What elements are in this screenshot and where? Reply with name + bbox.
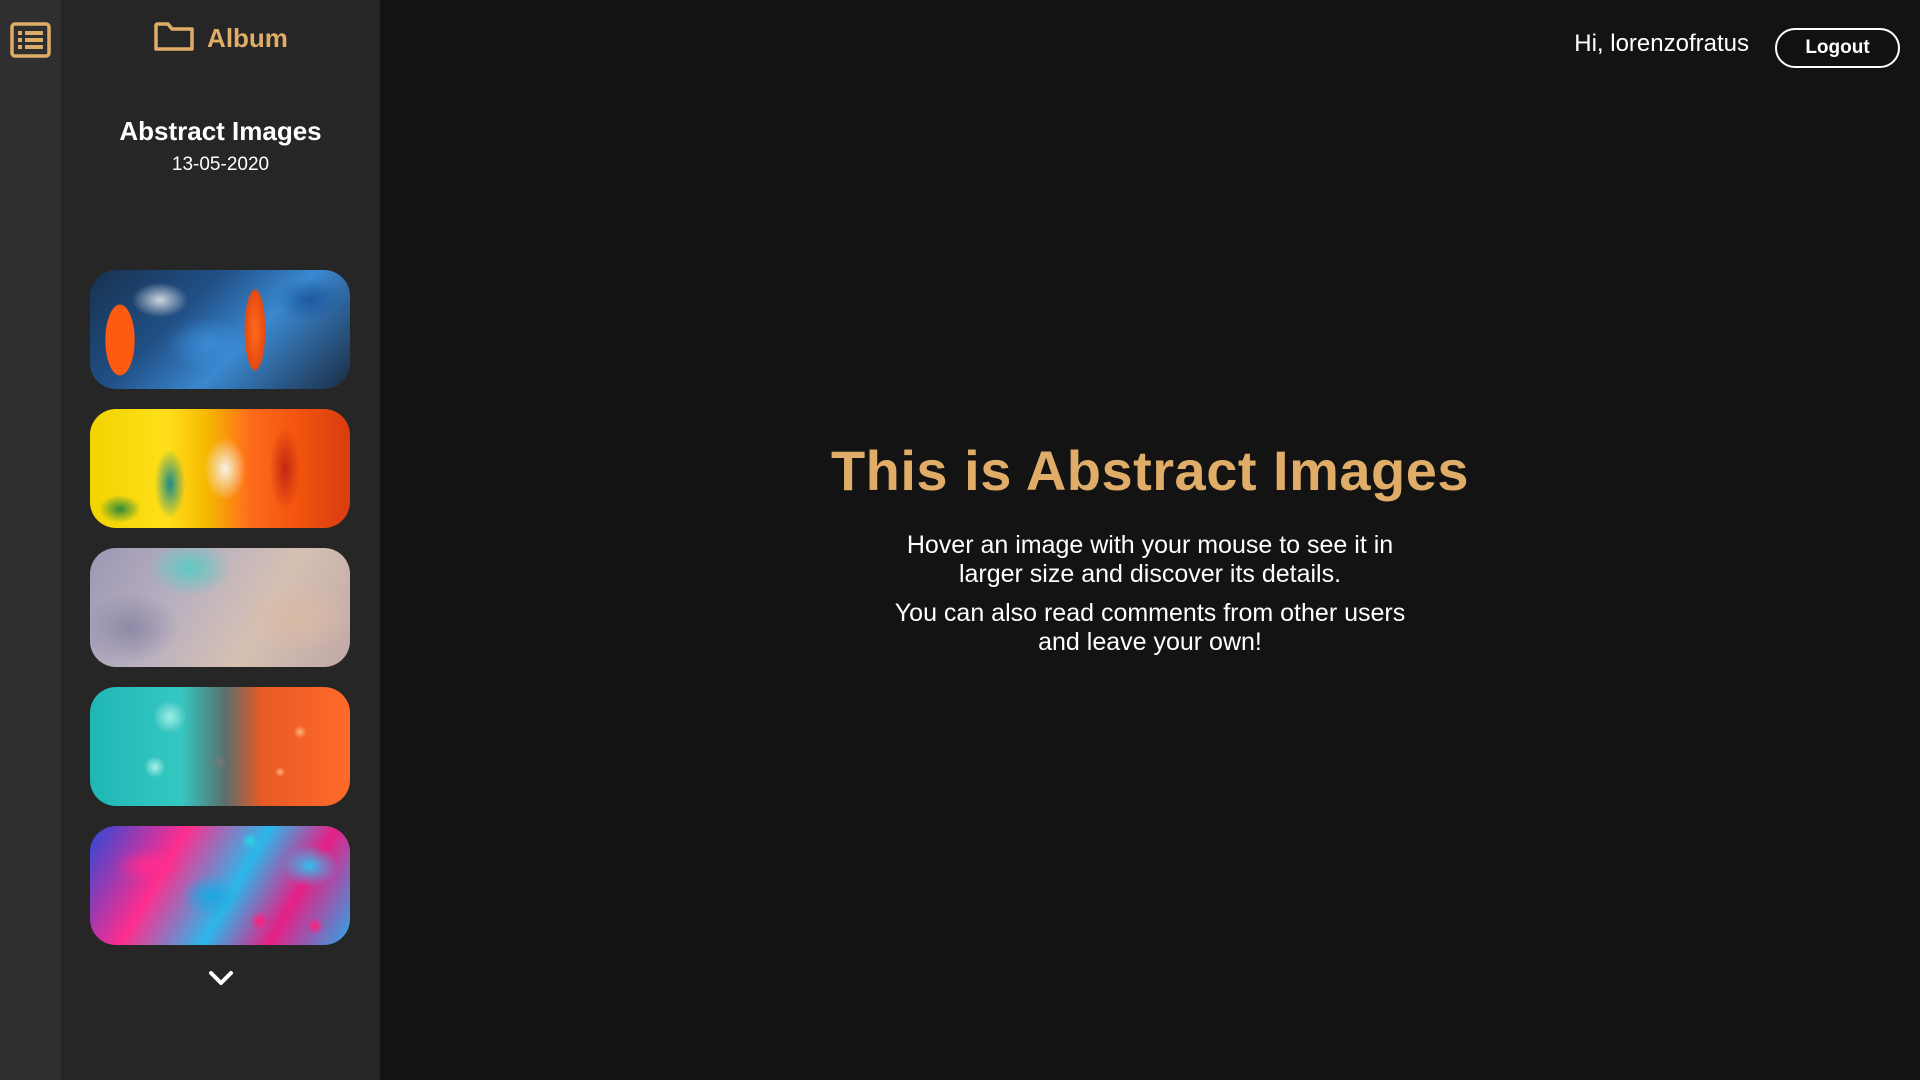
logout-button[interactable]: Logout [1775, 28, 1900, 68]
folder-icon [153, 20, 195, 57]
list-icon[interactable] [10, 22, 51, 58]
thumbnail-image[interactable] [90, 687, 350, 806]
chevron-down-icon[interactable] [207, 968, 235, 988]
comments-paragraph: You can also read comments from other us… [894, 599, 1406, 656]
thumbnail-image[interactable] [90, 826, 350, 945]
thumbnail-image[interactable] [90, 548, 350, 667]
album-sidebar: Album Abstract Images 13-05-2020 [61, 0, 380, 1080]
album-label: Album [207, 23, 288, 53]
thumbnail-list [90, 270, 350, 965]
album-title: Abstract Images [119, 116, 322, 146]
intro-paragraph: Hover an image with your mouse to see it… [906, 531, 1394, 588]
user-greeting: Hi, lorenzofratus [1574, 30, 1749, 57]
thumbnail-image[interactable] [90, 409, 350, 528]
thumbnail-image[interactable] [90, 270, 350, 389]
album-link[interactable]: Album [61, 20, 380, 57]
icon-rail [0, 0, 61, 1080]
album-date: 13-05-2020 [171, 154, 270, 175]
page-title: This is Abstract Images [830, 439, 1470, 502]
